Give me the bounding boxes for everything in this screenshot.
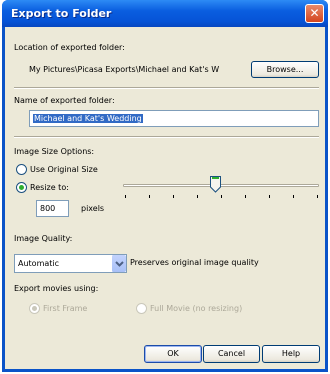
first-frame-label[interactable]: First Frame [43, 304, 87, 313]
quality-selected-value: Automatic [18, 259, 60, 268]
separator [14, 87, 319, 89]
resize-radio[interactable] [16, 182, 27, 193]
slider-tick [293, 195, 294, 198]
quality-select[interactable]: Automatic [14, 254, 127, 273]
help-button[interactable]: Help [262, 345, 320, 363]
slider-thumb-icon [210, 176, 222, 193]
export-movies-label: Export movies using: [14, 284, 99, 293]
name-label: Name of exported folder: [14, 96, 115, 105]
quality-description: Preserves original image quality [130, 258, 259, 267]
full-movie-label[interactable]: Full Movie (no resizing) [150, 304, 242, 313]
close-button[interactable]: ✕ [305, 4, 324, 23]
image-size-label: Image Size Options: [14, 147, 95, 156]
radio-selected-dot [19, 185, 24, 190]
use-original-label[interactable]: Use Original Size [30, 165, 98, 174]
window-bottom-border [2, 369, 328, 372]
folder-name-input[interactable]: Michael and Kat's Wedding [29, 110, 319, 127]
location-label: Location of exported folder: [14, 43, 125, 52]
dropdown-button[interactable] [111, 255, 126, 272]
dialog-body: Location of exported folder: My Pictures… [5, 27, 325, 369]
separator [14, 136, 319, 138]
chevron-down-icon [115, 261, 124, 267]
export-dialog: Export to Folder ✕ Location of exported … [2, 0, 328, 372]
use-original-radio[interactable] [16, 164, 27, 175]
slider-tick [149, 195, 150, 198]
dialog-title: Export to Folder [11, 7, 112, 20]
full-movie-radio[interactable] [136, 303, 147, 314]
slider-tick [197, 195, 198, 198]
image-quality-label: Image Quality: [14, 234, 73, 243]
resize-label[interactable]: Resize to: [30, 183, 69, 192]
pixels-input[interactable]: 800 [36, 200, 69, 217]
location-path: My Pictures\Picasa Exports\Michael and K… [29, 62, 244, 78]
cancel-button[interactable]: Cancel [203, 345, 260, 363]
slider-tick [173, 195, 174, 198]
slider-tick [125, 195, 126, 198]
radio-selected-dot [32, 306, 37, 311]
pixels-unit-label: pixels [81, 204, 105, 213]
title-bar[interactable]: Export to Folder ✕ [2, 0, 328, 27]
ok-button[interactable]: OK [144, 345, 202, 363]
close-icon: ✕ [309, 6, 320, 20]
slider-tick [269, 195, 270, 198]
slider-thumb[interactable] [210, 176, 222, 193]
slider-tick [221, 195, 222, 198]
browse-button[interactable]: Browse... [251, 61, 319, 78]
folder-name-value: Michael and Kat's Wedding [33, 114, 143, 123]
slider-tick [245, 195, 246, 198]
first-frame-radio[interactable] [29, 303, 40, 314]
slider-tick [317, 195, 318, 198]
